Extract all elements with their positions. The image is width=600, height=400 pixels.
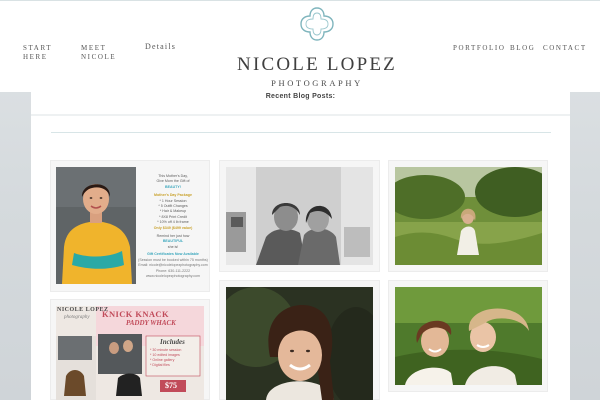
nav-label-line2: HERE <box>23 53 48 61</box>
promo-line: she is! <box>167 244 179 249</box>
nav-label-line1: Details <box>145 42 177 51</box>
brand-subtitle: PHOTOGRAPHY <box>271 78 363 88</box>
flyer-item: * Digital files <box>150 363 170 367</box>
promo-price: Only $349 ($499 value) <box>153 225 193 230</box>
flyer-items: * 30 minute session * 10 edited images *… <box>150 348 200 368</box>
promo-fine-print: www.nicolelopezphotography.com <box>145 273 201 278</box>
promo-gift-line: Gift Certificates Now Available <box>147 252 199 257</box>
mother-daughter-bw-photo-icon <box>226 167 373 265</box>
blog-post-thumbnail[interactable] <box>395 167 542 265</box>
site-header: START HERE MEET NICOLE Details NICOLE LO… <box>0 0 600 92</box>
promo-highlight: BEAUTY! <box>165 184 181 189</box>
blog-post-thumbnail[interactable] <box>395 287 542 385</box>
nav-item-start-here[interactable]: START HERE <box>23 44 52 62</box>
portrait-woman-yellow-icon <box>56 167 136 284</box>
flyer-price: $75 <box>165 381 177 390</box>
blog-post-thumbnail[interactable] <box>56 167 136 284</box>
brand-name[interactable]: NICOLE LOPEZ <box>218 54 416 76</box>
promo-fine-print: Email: nicole@nicolelopezphotography.com <box>138 263 208 268</box>
flyer-headline-script: PADDY WHACK <box>126 319 176 327</box>
flyer-brand: NICOLE LOPEZ <box>57 307 109 313</box>
blog-post-thumbnail[interactable] <box>226 167 373 265</box>
quatrefoil-logo-icon[interactable] <box>298 5 336 43</box>
nav-label-line1: MEET <box>81 44 107 52</box>
section-title: Recent Blog Posts: <box>31 92 570 116</box>
blog-post-thumbnail[interactable] <box>226 287 373 400</box>
girl-in-field-photo-icon <box>395 167 542 265</box>
nav-item-blog[interactable]: BLOG <box>510 44 535 53</box>
promo-text-block: This Mother's Day, Give Mom the Gift of … <box>137 174 209 279</box>
divider <box>51 132 551 133</box>
nav-label-line1: START <box>23 44 53 52</box>
two-girls-laughing-photo-icon <box>395 287 542 385</box>
nav-item-contact[interactable]: CONTACT <box>543 44 587 53</box>
flyer-brand-script: photography <box>64 315 90 320</box>
nav-label-line2: NICOLE <box>81 53 117 61</box>
nav-item-details[interactable]: Details <box>145 42 176 51</box>
flyer-includes: Includes <box>160 338 185 346</box>
girl-portrait-photo-icon <box>226 287 373 400</box>
nav-item-meet-nicole[interactable]: MEET NICOLE <box>81 44 116 62</box>
flyer-headline: KNICK KNACK <box>102 309 169 319</box>
blog-post-thumbnail[interactable]: NICOLE LOPEZ photography KNICK KNACK PAD… <box>56 306 204 400</box>
nav-item-portfolio[interactable]: PORTFOLIO <box>453 44 505 53</box>
